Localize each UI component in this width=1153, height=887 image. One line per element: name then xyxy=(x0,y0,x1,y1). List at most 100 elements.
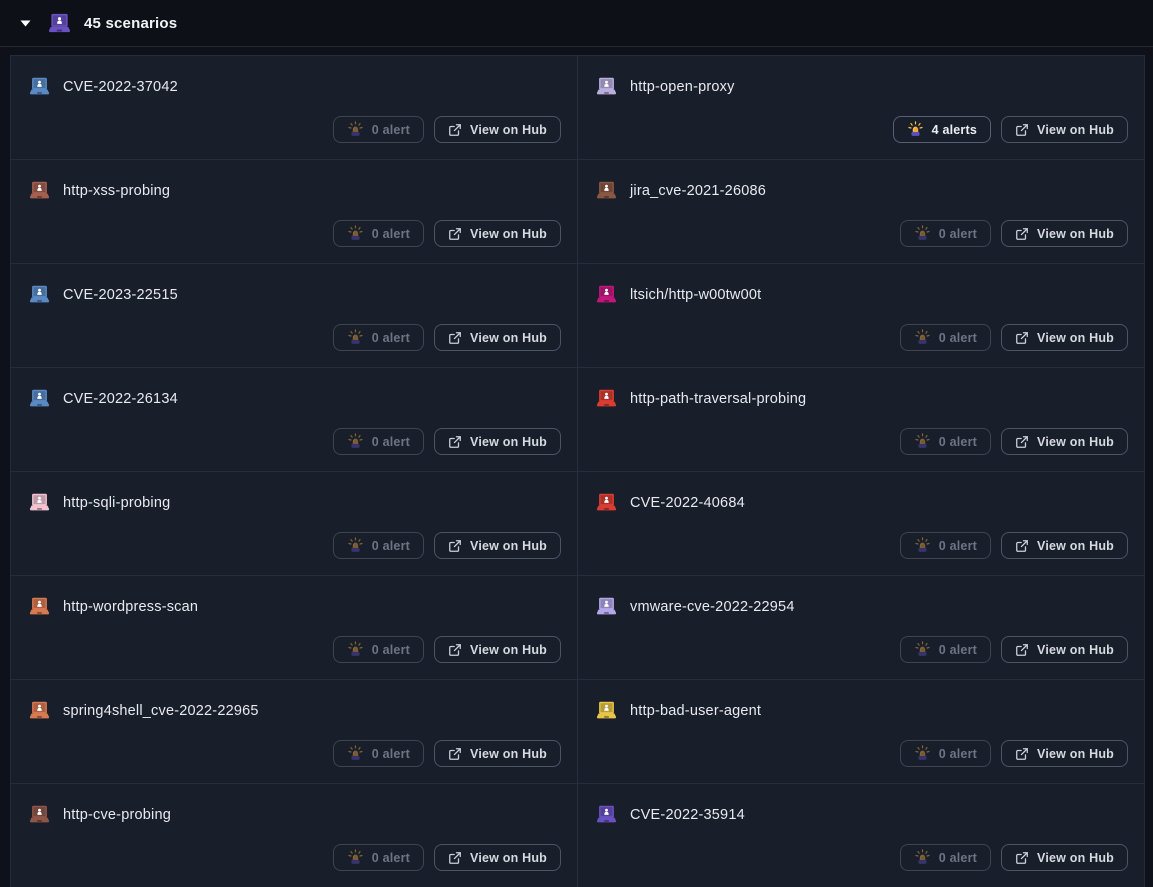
scenario-card-actions: 0 alert View on Hub xyxy=(900,220,1128,247)
scenario-card: jira_cve-2021-26086 xyxy=(577,160,1144,264)
alert-count-button[interactable]: 0 alert xyxy=(333,844,424,871)
view-on-hub-button[interactable]: View on Hub xyxy=(434,116,561,143)
siren-icon xyxy=(347,225,364,242)
header-bar: 45 scenarios xyxy=(0,0,1153,47)
scenario-card-head: http-sqli-probing xyxy=(29,493,170,512)
scenario-name: http-wordpress-scan xyxy=(63,599,198,615)
view-on-hub-button[interactable]: View on Hub xyxy=(1001,324,1128,351)
external-link-icon xyxy=(1015,539,1029,553)
view-on-hub-label: View on Hub xyxy=(1037,539,1114,553)
laptop-hacker-icon xyxy=(29,389,50,408)
view-on-hub-button[interactable]: View on Hub xyxy=(434,636,561,663)
view-on-hub-label: View on Hub xyxy=(1037,643,1114,657)
scenario-card: CVE-2022-40684 xyxy=(577,472,1144,576)
view-on-hub-button[interactable]: View on Hub xyxy=(434,740,561,767)
view-on-hub-label: View on Hub xyxy=(1037,227,1114,241)
scenario-card: http-wordpress-scan xyxy=(11,576,577,680)
alert-count-button[interactable]: 0 alert xyxy=(333,428,424,455)
external-link-icon xyxy=(448,643,462,657)
scenario-name: CVE-2022-35914 xyxy=(630,807,745,823)
view-on-hub-label: View on Hub xyxy=(470,331,547,345)
laptop-hacker-icon xyxy=(29,77,50,96)
alert-count-button[interactable]: 0 alert xyxy=(900,324,991,351)
siren-icon xyxy=(347,745,364,762)
scenario-card-head: spring4shell_cve-2022-22965 xyxy=(29,701,259,720)
view-on-hub-label: View on Hub xyxy=(470,123,547,137)
alert-count-button[interactable]: 0 alert xyxy=(900,636,991,663)
external-link-icon xyxy=(448,227,462,241)
laptop-hacker-icon xyxy=(596,701,617,720)
laptop-hacker-icon xyxy=(596,285,617,304)
view-on-hub-button[interactable]: View on Hub xyxy=(434,220,561,247)
alert-count-button[interactable]: 0 alert xyxy=(333,532,424,559)
alert-count-button[interactable]: 0 alert xyxy=(900,844,991,871)
scenario-card: CVE-2022-37042 xyxy=(11,56,577,160)
laptop-hacker-icon xyxy=(596,597,617,616)
alert-count-button[interactable]: 0 alert xyxy=(333,636,424,663)
scenario-card: http-path-traversal-probing xyxy=(577,368,1144,472)
scenario-name: http-sqli-probing xyxy=(63,495,170,511)
scenario-name: CVE-2023-22515 xyxy=(63,287,178,303)
siren-icon xyxy=(914,641,931,658)
siren-icon xyxy=(914,745,931,762)
scenario-card: CVE-2022-35914 xyxy=(577,784,1144,887)
alert-count-button[interactable]: 0 alert xyxy=(900,428,991,455)
view-on-hub-button[interactable]: View on Hub xyxy=(1001,428,1128,455)
siren-icon xyxy=(914,849,931,866)
scenario-card-actions: 0 alert View on Hub xyxy=(333,740,561,767)
scenario-card-head: http-wordpress-scan xyxy=(29,597,198,616)
laptop-hacker-icon xyxy=(29,285,50,304)
siren-icon xyxy=(347,329,364,346)
alert-count-button[interactable]: 0 alert xyxy=(333,116,424,143)
view-on-hub-button[interactable]: View on Hub xyxy=(434,532,561,559)
view-on-hub-label: View on Hub xyxy=(470,851,547,865)
scenario-card: http-open-proxy xyxy=(577,56,1144,160)
collapse-caret-button[interactable] xyxy=(16,20,38,27)
external-link-icon xyxy=(1015,747,1029,761)
scenario-card-actions: 0 alert View on Hub xyxy=(900,740,1128,767)
view-on-hub-button[interactable]: View on Hub xyxy=(434,844,561,871)
scenario-card: vmware-cve-2022-22954 xyxy=(577,576,1144,680)
alert-count-button[interactable]: 0 alert xyxy=(900,532,991,559)
view-on-hub-button[interactable]: View on Hub xyxy=(1001,740,1128,767)
scenarios-count-label: 45 scenarios xyxy=(84,15,177,32)
external-link-icon xyxy=(1015,435,1029,449)
view-on-hub-button[interactable]: View on Hub xyxy=(434,324,561,351)
alert-count-label: 0 alert xyxy=(372,539,410,553)
alert-count-button[interactable]: 0 alert xyxy=(333,740,424,767)
scenario-card-head: CVE-2023-22515 xyxy=(29,285,178,304)
scenario-card-actions: 0 alert View on Hub xyxy=(900,532,1128,559)
scenario-name: http-bad-user-agent xyxy=(630,703,761,719)
view-on-hub-button[interactable]: View on Hub xyxy=(1001,636,1128,663)
view-on-hub-button[interactable]: View on Hub xyxy=(1001,116,1128,143)
alert-count-button[interactable]: 0 alert xyxy=(900,220,991,247)
scenario-name: http-path-traversal-probing xyxy=(630,391,806,407)
scenario-name: vmware-cve-2022-22954 xyxy=(630,599,795,615)
view-on-hub-button[interactable]: View on Hub xyxy=(1001,220,1128,247)
external-link-icon xyxy=(1015,851,1029,865)
external-link-icon xyxy=(448,851,462,865)
laptop-hacker-icon xyxy=(29,597,50,616)
alert-count-button[interactable]: 0 alert xyxy=(333,220,424,247)
siren-icon xyxy=(347,537,364,554)
laptop-hacker-icon xyxy=(29,181,50,200)
scenario-card-actions: 0 alert View on Hub xyxy=(333,428,561,455)
alert-count-label: 0 alert xyxy=(939,539,977,553)
scenario-name: http-cve-probing xyxy=(63,807,171,823)
view-on-hub-button[interactable]: View on Hub xyxy=(1001,532,1128,559)
alert-count-button[interactable]: 0 alert xyxy=(333,324,424,351)
view-on-hub-label: View on Hub xyxy=(470,435,547,449)
view-on-hub-button[interactable]: View on Hub xyxy=(1001,844,1128,871)
alert-count-label: 0 alert xyxy=(372,123,410,137)
scenario-card-actions: 0 alert View on Hub xyxy=(333,844,561,871)
scenario-card-head: ltsich/http-w00tw00t xyxy=(596,285,761,304)
scenario-card-head: CVE-2022-35914 xyxy=(596,805,745,824)
scenario-name: CVE-2022-26134 xyxy=(63,391,178,407)
view-on-hub-button[interactable]: View on Hub xyxy=(434,428,561,455)
alert-count-button[interactable]: 0 alert xyxy=(900,740,991,767)
alert-count-button[interactable]: 4 alerts xyxy=(893,116,991,143)
laptop-hacker-icon xyxy=(596,805,617,824)
view-on-hub-label: View on Hub xyxy=(1037,435,1114,449)
scenario-name: http-xss-probing xyxy=(63,183,170,199)
alert-count-label: 0 alert xyxy=(939,747,977,761)
